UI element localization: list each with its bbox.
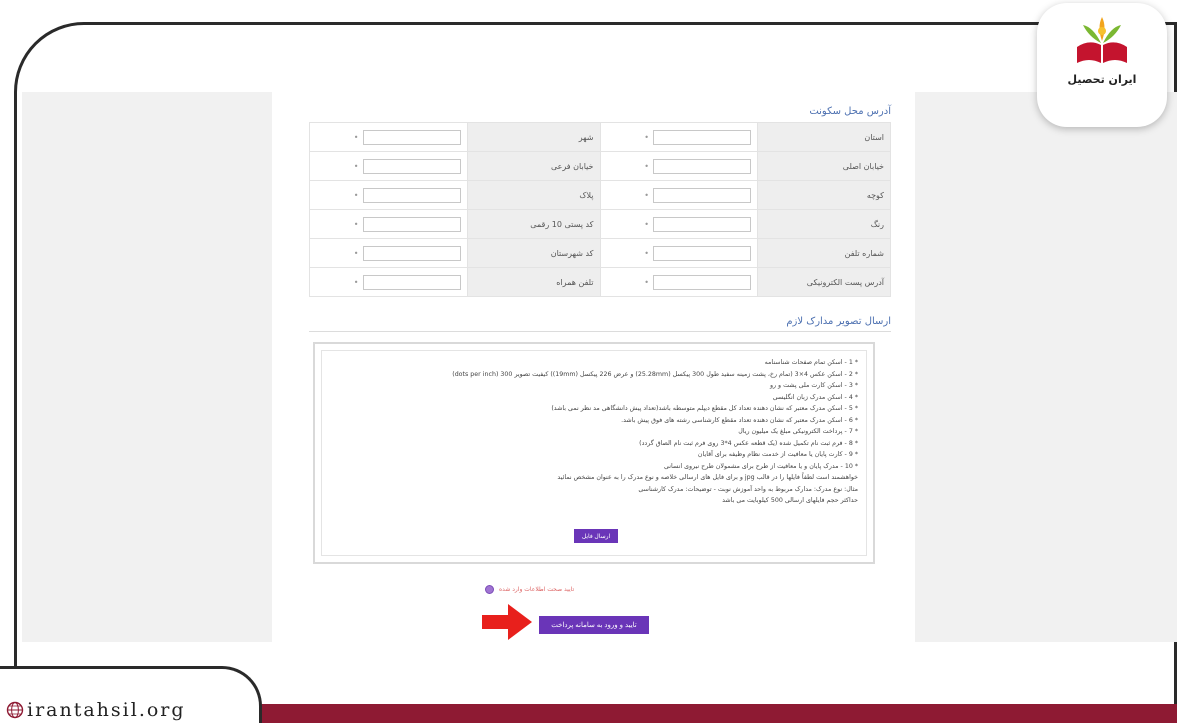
address-row: استان • شهر • [309,122,891,152]
address-row: آدرس پست الکترونیکی • تلفن همراه • [309,267,891,297]
confirm-radio[interactable] [485,585,494,594]
text-field[interactable] [362,129,461,145]
address-row: رنگ • کد پستی 10 رقمی • [309,209,891,239]
field-input-cell: • [599,180,758,210]
doc-requirement-item: * 9 - کارت پایان یا معافیت از خدمت نظام … [697,451,858,458]
field-input-cell: • [309,238,468,268]
address-row: خیابان اصلی • خیابان فرعی • [309,151,891,181]
field-label: خیابان فرعی [466,151,601,181]
field-input-cell: • [309,122,468,152]
field-label: تلفن همراه [466,267,601,297]
required-dot-icon: • [644,132,649,142]
doc-note: حداکثر حجم فایلهای ارسالی 500 کیلوبایت م… [722,497,858,504]
doc-requirement-item: * 8 - فرم ثبت نام تکمیل شده (یک قطعه عکس… [639,439,858,447]
doc-requirement-item: * 5 - اسکن مدرک معتبر که نشان دهنده تعدا… [551,405,858,412]
required-dot-icon: • [353,132,359,142]
text-field[interactable] [653,274,751,290]
field-label: شهر [466,122,601,152]
field-label: کد پستی 10 رقمی [466,209,601,239]
field-label: خیابان اصلی [757,151,891,181]
required-dot-icon: • [644,277,649,287]
doc-requirement-item: * 2 - اسکن عکس 4×3 (تمام رخ، پشت زمینه س… [452,370,858,378]
doc-note: مثال: نوع مدرک: مدارک مربوط به واحد آموز… [638,485,858,493]
doc-requirement-item: * 1 - اسکن تمام صفحات شناسنامه [764,359,858,366]
form-panel: آدرس محل سکونت استان • شهر • خیابان اصلی • خیا… [275,92,915,642]
logo-badge: ایران تحصیل [1037,3,1167,127]
site-badge: irantahsil.org [0,666,262,723]
docs-box: * 1 - اسکن تمام صفحات شناسنامه * 2 - اسکن… [313,342,875,564]
required-dot-icon: • [353,219,359,229]
doc-requirement-item: * 4 - اسکن مدرک زبان انگلیسی [772,393,858,401]
required-dot-icon: • [353,277,359,287]
text-field[interactable] [653,216,751,232]
text-field[interactable] [653,245,751,261]
arrow-right-icon [482,604,532,640]
required-dot-icon: • [353,248,359,258]
field-input-cell: • [309,180,468,210]
globe-icon [6,701,24,719]
field-label: شماره تلفن [757,238,891,268]
required-dot-icon: • [644,219,649,229]
doc-requirement-item: * 10 - مدرک پایان و یا معافیت از طرح برا… [664,462,858,470]
left-margin [22,92,272,642]
field-input-cell: • [309,209,468,239]
address-row: شماره تلفن • کد شهرستان • [309,238,891,268]
field-input-cell: • [599,122,758,152]
field-label: کوچه [757,180,891,210]
text-field[interactable] [653,158,751,174]
text-field[interactable] [362,245,461,261]
required-dot-icon: • [353,161,359,171]
field-label: پلاک [466,180,601,210]
confirm-label: تایید صحت اطلاعات وارد شده [499,586,575,593]
field-input-cell: • [309,151,468,181]
text-field[interactable] [362,158,461,174]
address-table: استان • شهر • خیابان اصلی • خیابان فرعی • کوچه • پ… [309,122,891,297]
field-input-cell: • [599,267,758,297]
field-label: کد شهرستان [466,238,601,268]
confirm-row[interactable]: تایید صحت اطلاعات وارد شده [485,585,574,594]
field-label: استان [757,122,891,152]
bottom-band [260,704,1177,723]
docs-section-title: ارسال تصویر مدارک لازم [786,316,891,327]
site-url: irantahsil.org [6,699,186,721]
doc-requirement-item: * 3 - اسکن کارت ملی پشت و رو [769,382,858,389]
address-section-title: آدرس محل سکونت [809,106,891,117]
text-field[interactable] [653,187,751,203]
field-input-cell: • [599,238,758,268]
text-field[interactable] [362,216,461,232]
upload-file-button[interactable]: ارسال فایل [574,529,618,543]
address-row: کوچه • پلاک • [309,180,891,210]
text-field[interactable] [362,274,461,290]
right-margin [915,92,1177,642]
field-label: آدرس پست الکترونیکی [757,267,891,297]
doc-requirement-item: * 7 - پرداخت الکترونیکی مبلغ یک میلیون ر… [738,428,858,435]
logo-text: ایران تحصیل [1067,73,1137,86]
field-input-cell: • [599,209,758,239]
field-input-cell: • [599,151,758,181]
docs-inner: * 1 - اسکن تمام صفحات شناسنامه * 2 - اسکن… [321,350,867,556]
text-field[interactable] [653,129,751,145]
required-dot-icon: • [644,190,649,200]
field-input-cell: • [309,267,468,297]
section-divider [309,331,891,332]
required-dot-icon: • [644,161,649,171]
required-dot-icon: • [644,248,649,258]
doc-requirement-item: * 6 - اسکن مدرک معتبر که نشان دهنده تعدا… [621,416,858,424]
docs-list: * 1 - اسکن تمام صفحات شناسنامه * 2 - اسکن… [452,357,858,507]
text-field[interactable] [362,187,461,203]
site-url-text: irantahsil.org [27,699,186,721]
doc-note: خواهشمند است لطفاً فایلها را در قالب jpg… [557,474,858,481]
field-label: رنگ [757,209,891,239]
book-leaf-logo-icon [1077,17,1127,63]
required-dot-icon: • [353,190,359,200]
submit-payment-button[interactable]: تایید و ورود به سامانه پرداخت [539,616,649,634]
